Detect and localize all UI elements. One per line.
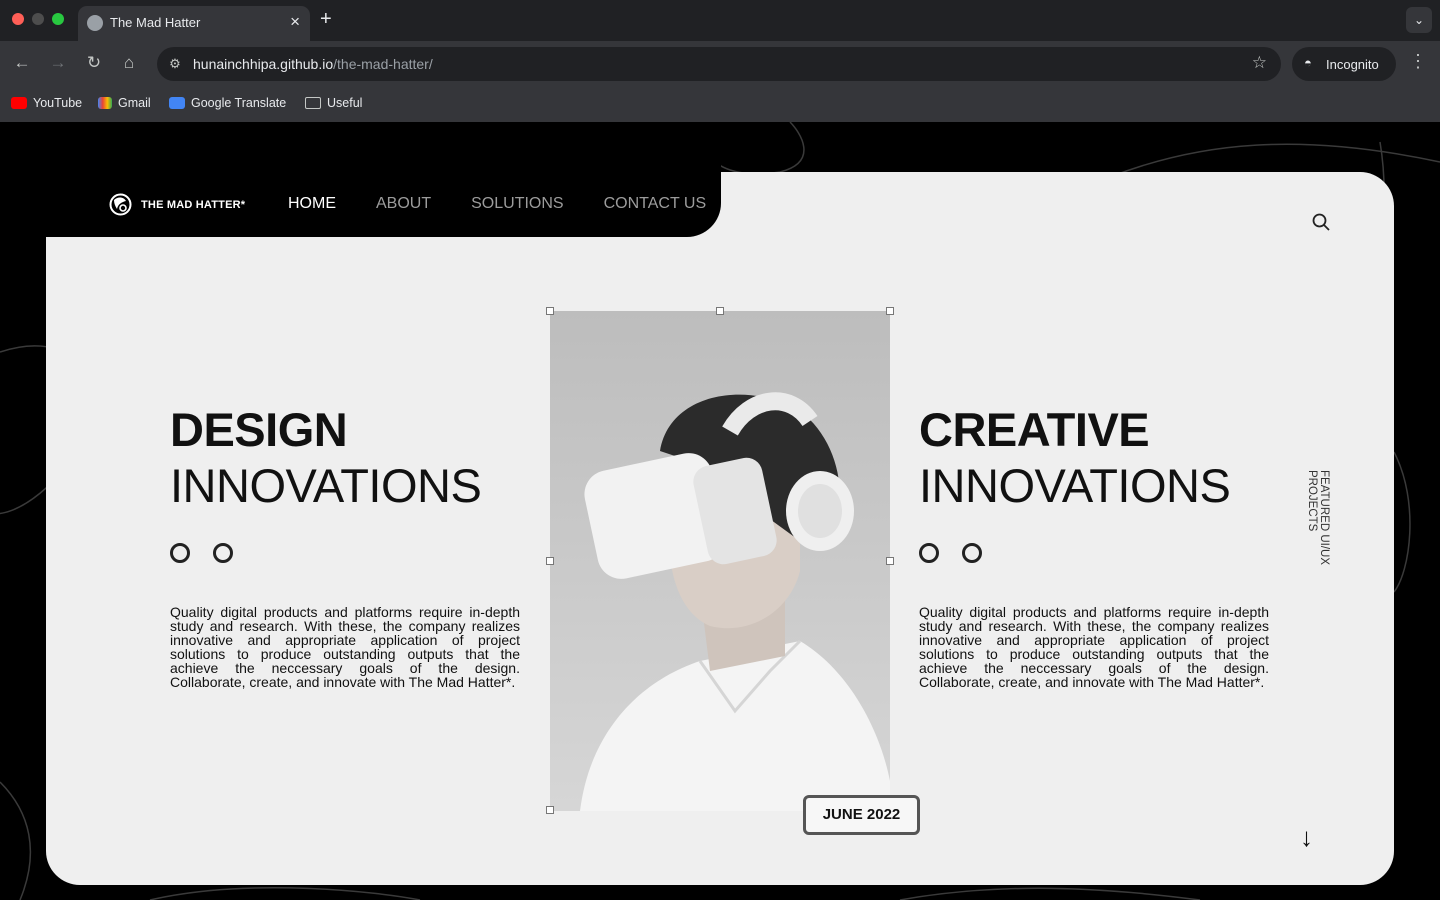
- resize-handle[interactable]: [546, 806, 554, 814]
- carousel-dot[interactable]: [962, 543, 982, 563]
- site-info-icon[interactable]: ⚙: [165, 54, 185, 74]
- google-translate-icon: [169, 97, 185, 109]
- left-heading-light: INNOVATIONS: [170, 459, 482, 512]
- bookmark-gmail[interactable]: Gmail: [98, 96, 151, 110]
- mad-hatter-logo-icon: [109, 193, 132, 216]
- left-description: Quality digital products and platforms r…: [170, 604, 520, 690]
- right-heading: CREATIVE INNOVATIONS: [919, 402, 1231, 514]
- back-button[interactable]: ←: [11, 52, 33, 74]
- resize-handle[interactable]: [546, 557, 554, 565]
- site-logo[interactable]: THE MAD HATTER*: [108, 192, 245, 217]
- browser-toolbar: ← → ↻ ⌂ ⚙ hunainchhipa.github.io/the-mad…: [0, 41, 1440, 86]
- maximize-window-button[interactable]: [52, 13, 64, 25]
- forward-button[interactable]: →: [47, 52, 69, 74]
- right-carousel-dots: [919, 543, 982, 563]
- incognito-label: Incognito: [1326, 57, 1379, 72]
- browser-tab[interactable]: The Mad Hatter ×: [78, 6, 310, 41]
- nav-contact-us[interactable]: CONTACT US: [604, 195, 707, 213]
- bookmark-google-translate[interactable]: Google Translate: [169, 96, 286, 110]
- address-bar[interactable]: ⚙ hunainchhipa.github.io/the-mad-hatter/…: [157, 47, 1281, 81]
- right-heading-bold: CREATIVE: [919, 403, 1150, 456]
- reload-button[interactable]: ↻: [83, 52, 105, 74]
- date-badge: JUNE 2022: [803, 795, 920, 835]
- resize-handle[interactable]: [716, 307, 724, 315]
- home-button[interactable]: ⌂: [118, 52, 140, 74]
- globe-icon: [87, 15, 103, 31]
- vr-headset-photo: [550, 311, 890, 811]
- logo-text: THE MAD HATTER*: [141, 198, 246, 211]
- url-text: hunainchhipa.github.io/the-mad-hatter/: [193, 56, 433, 72]
- nav-solutions[interactable]: SOLUTIONS: [471, 195, 563, 213]
- resize-handle[interactable]: [886, 307, 894, 315]
- incognito-icon: ◓: [1304, 55, 1312, 70]
- left-carousel-dots: [170, 543, 233, 563]
- url-path: /the-mad-hatter/: [333, 56, 433, 72]
- url-domain: hunainchhipa.github.io: [193, 56, 334, 72]
- resize-handle[interactable]: [886, 557, 894, 565]
- right-heading-light: INNOVATIONS: [919, 459, 1231, 512]
- right-description: Quality digital products and platforms r…: [919, 604, 1269, 690]
- featured-projects-label: FEATURED UI/UX PROJECTS: [1306, 470, 1330, 565]
- close-tab-icon[interactable]: ×: [290, 12, 300, 32]
- browser-tab-bar: The Mad Hatter × + ⌄: [0, 0, 1440, 41]
- minimize-window-button[interactable]: [32, 13, 44, 25]
- bookmark-folder-useful[interactable]: Useful: [305, 96, 362, 110]
- folder-icon: [305, 97, 321, 109]
- browser-menu-icon[interactable]: ⋮: [1408, 51, 1428, 72]
- nav-home[interactable]: HOME: [288, 195, 336, 213]
- search-icon[interactable]: [1311, 212, 1331, 232]
- tab-title: The Mad Hatter: [110, 15, 201, 30]
- vr-person-illustration: [550, 311, 890, 811]
- nav-about[interactable]: ABOUT: [376, 195, 431, 213]
- gmail-icon: [98, 97, 112, 109]
- bookmark-label: YouTube: [33, 96, 83, 110]
- bookmark-label: Gmail: [118, 96, 151, 110]
- youtube-icon: [11, 97, 27, 109]
- bookmark-star-icon[interactable]: ☆: [1252, 53, 1267, 73]
- webpage: THE MAD HATTER* HOME ABOUT SOLUTIONS CON…: [0, 122, 1440, 900]
- resize-handle[interactable]: [546, 307, 554, 315]
- incognito-indicator[interactable]: ◓ Incognito: [1292, 47, 1396, 81]
- carousel-dot[interactable]: [919, 543, 939, 563]
- bookmark-label: Useful: [327, 96, 363, 110]
- bookmark-youtube[interactable]: YouTube: [11, 96, 82, 110]
- arrow-down-icon[interactable]: ↓: [1300, 822, 1313, 853]
- main-navigation: HOME ABOUT SOLUTIONS CONTACT US: [288, 195, 706, 213]
- left-heading-bold: DESIGN: [170, 403, 348, 456]
- close-window-button[interactable]: [12, 13, 24, 25]
- carousel-dot[interactable]: [170, 543, 190, 563]
- left-heading: DESIGN INNOVATIONS: [170, 402, 482, 514]
- bookmarks-bar: YouTube Gmail Google Translate Useful: [0, 86, 1440, 122]
- new-tab-button[interactable]: +: [320, 8, 332, 31]
- tab-search-button[interactable]: ⌄: [1406, 7, 1432, 33]
- header-bar: [0, 122, 721, 172]
- carousel-dot[interactable]: [213, 543, 233, 563]
- bookmark-label: Google Translate: [191, 96, 287, 110]
